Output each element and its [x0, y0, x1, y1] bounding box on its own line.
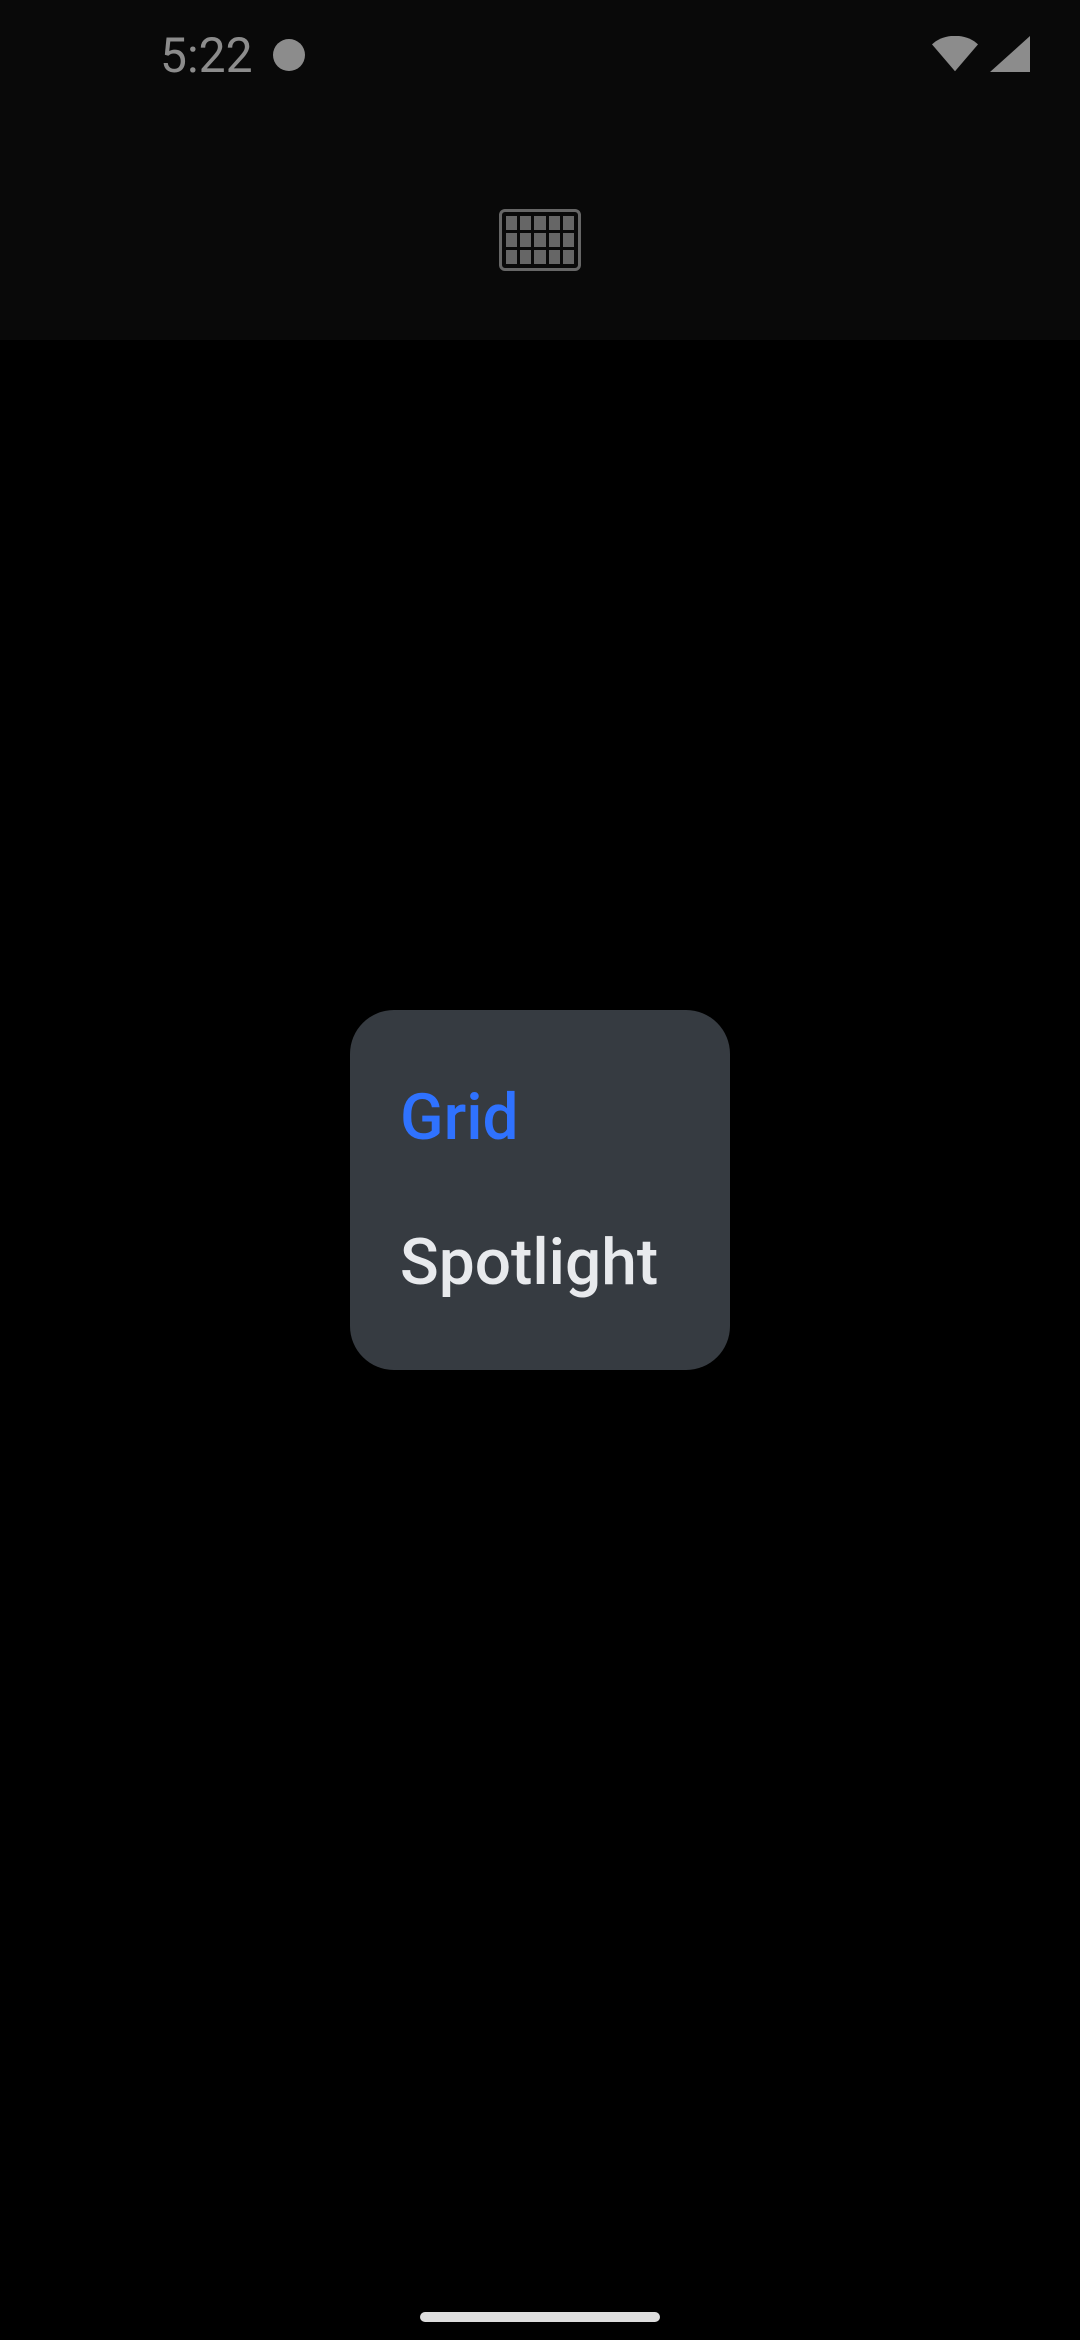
layout-picker-popup: Grid Spotlight [350, 1010, 730, 1370]
layout-option-spotlight[interactable]: Spotlight [400, 1225, 680, 1300]
layout-option-grid[interactable]: Grid [400, 1080, 680, 1155]
gesture-bar[interactable] [420, 2312, 660, 2322]
